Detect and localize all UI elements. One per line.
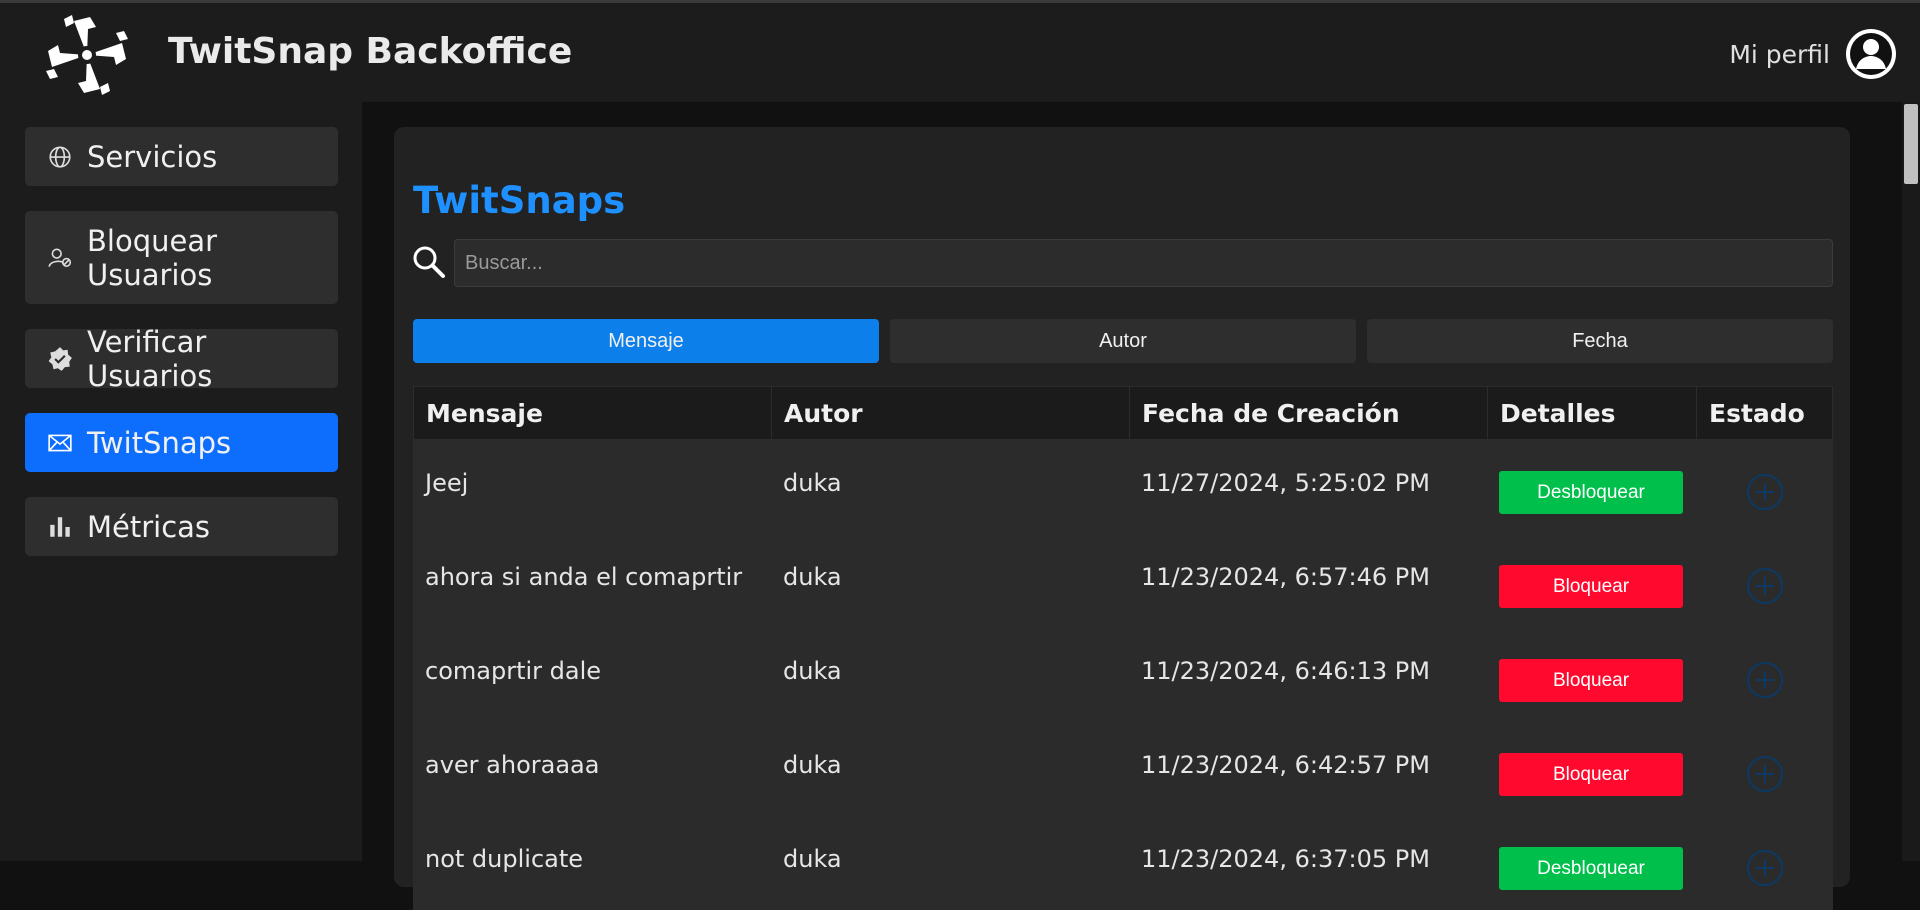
column-header-detalles: Detalles	[1488, 387, 1697, 441]
sidebar-item-label: Verificar Usuarios	[87, 324, 213, 393]
sidebar-item-label: Métricas	[87, 509, 211, 544]
table-row: ahora si anda el comaprtir duka 11/23/2024…	[413, 534, 1833, 628]
column-header-autor: Autor	[772, 387, 1130, 441]
plus-circle-icon[interactable]	[1745, 754, 1785, 794]
app-title: TwitSnap Backoffice	[168, 31, 573, 72]
scrollbar-thumb[interactable]	[1904, 104, 1918, 184]
unblock-button[interactable]: Desbloquear	[1499, 471, 1683, 514]
cell-author: duka	[783, 845, 842, 873]
plus-circle-icon[interactable]	[1745, 472, 1785, 512]
table-row: comaprtir dale duka 11/23/2024, 6:46:13 PM…	[413, 628, 1833, 722]
pinwheel-logo-icon	[46, 15, 128, 95]
search-icon	[413, 246, 445, 278]
page-scrollbar[interactable]	[1902, 102, 1920, 861]
cell-date: 11/23/2024, 6:46:13 PM	[1141, 657, 1430, 685]
block-button[interactable]: Bloquear	[1499, 753, 1683, 796]
cell-date: 11/23/2024, 6:57:46 PM	[1141, 563, 1430, 591]
twitsnaps-table: Mensaje Autor Fecha de Creación Detalles…	[413, 386, 1833, 910]
cell-date: 11/23/2024, 6:42:57 PM	[1141, 751, 1430, 779]
filter-mensaje-button[interactable]: Mensaje	[413, 319, 879, 363]
sidebar-item-twitsnaps[interactable]: TwitSnaps	[25, 413, 338, 472]
cell-author: duka	[783, 657, 842, 685]
plus-circle-icon[interactable]	[1745, 566, 1785, 606]
table-row: not duplicate duka 11/23/2024, 6:37:05 PM D…	[413, 816, 1833, 910]
table-body: Jeej duka 11/27/2024, 5:25:02 PM Desbloquea…	[413, 440, 1833, 910]
sidebar: Servicios Bloquear Usuarios Verificar Us…	[0, 102, 362, 861]
sidebar-item-servicios[interactable]: Servicios	[25, 127, 338, 186]
sidebar-item-metricas[interactable]: Métricas	[25, 497, 338, 556]
user-circle-icon[interactable]	[1844, 27, 1898, 81]
bar-chart-icon	[50, 516, 70, 537]
table-row: aver ahoraaaa duka 11/23/2024, 6:42:57 PM B…	[413, 722, 1833, 816]
verified-badge-icon	[48, 346, 72, 371]
filter-autor-button[interactable]: Autor	[890, 319, 1356, 363]
sidebar-item-verificar-usuarios[interactable]: Verificar Usuarios	[25, 325, 338, 393]
table-row: Jeej duka 11/27/2024, 5:25:02 PM Desbloquea…	[413, 440, 1833, 534]
cell-date: 11/27/2024, 5:25:02 PM	[1141, 469, 1430, 497]
twitsnaps-panel: TwitSnaps Mensaje Autor Fecha Mensaje Au…	[394, 127, 1850, 910]
block-button[interactable]: Bloquear	[1499, 565, 1683, 608]
sidebar-item-label: Bloquear Usuarios	[87, 223, 218, 292]
cell-author: duka	[783, 751, 842, 779]
filter-fecha-button[interactable]: Fecha	[1367, 319, 1833, 363]
cell-message: not duplicate	[425, 845, 584, 873]
profile-label: Mi perfil	[1729, 39, 1830, 69]
sidebar-item-label: TwitSnaps	[87, 425, 232, 460]
search-input[interactable]	[454, 239, 1833, 287]
cell-author: duka	[783, 563, 842, 591]
top-bar: TwitSnap Backoffice Mi perfil	[0, 0, 1920, 102]
block-button[interactable]: Bloquear	[1499, 659, 1683, 702]
column-header-estado: Estado	[1709, 399, 1805, 428]
globe-icon	[49, 145, 71, 168]
cell-message: comaprtir dale	[425, 657, 602, 685]
cell-author: duka	[783, 469, 842, 497]
cell-message: aver ahoraaaa	[425, 751, 600, 779]
column-header-fecha: Fecha de Creación	[1130, 387, 1488, 441]
cell-date: 11/23/2024, 6:37:05 PM	[1141, 845, 1430, 873]
plus-circle-icon[interactable]	[1745, 848, 1785, 888]
column-header-mensaje: Mensaje	[414, 387, 772, 441]
sidebar-item-bloquear-usuarios[interactable]: Bloquear Usuarios	[25, 211, 338, 304]
cell-message: ahora si anda el comaprtir	[425, 563, 743, 591]
page-title: TwitSnaps	[413, 179, 626, 222]
plus-circle-icon[interactable]	[1745, 660, 1785, 700]
envelope-icon	[48, 434, 72, 451]
unblock-button[interactable]: Desbloquear	[1499, 847, 1683, 890]
main-content: TwitSnaps Mensaje Autor Fecha Mensaje Au…	[362, 102, 1902, 910]
cell-message: Jeej	[425, 469, 469, 497]
profile-menu[interactable]: Mi perfil	[1729, 25, 1898, 83]
sidebar-item-label: Servicios	[87, 139, 218, 174]
user-block-icon	[48, 248, 72, 267]
table-header: Mensaje Autor Fecha de Creación Detalles…	[413, 386, 1833, 441]
